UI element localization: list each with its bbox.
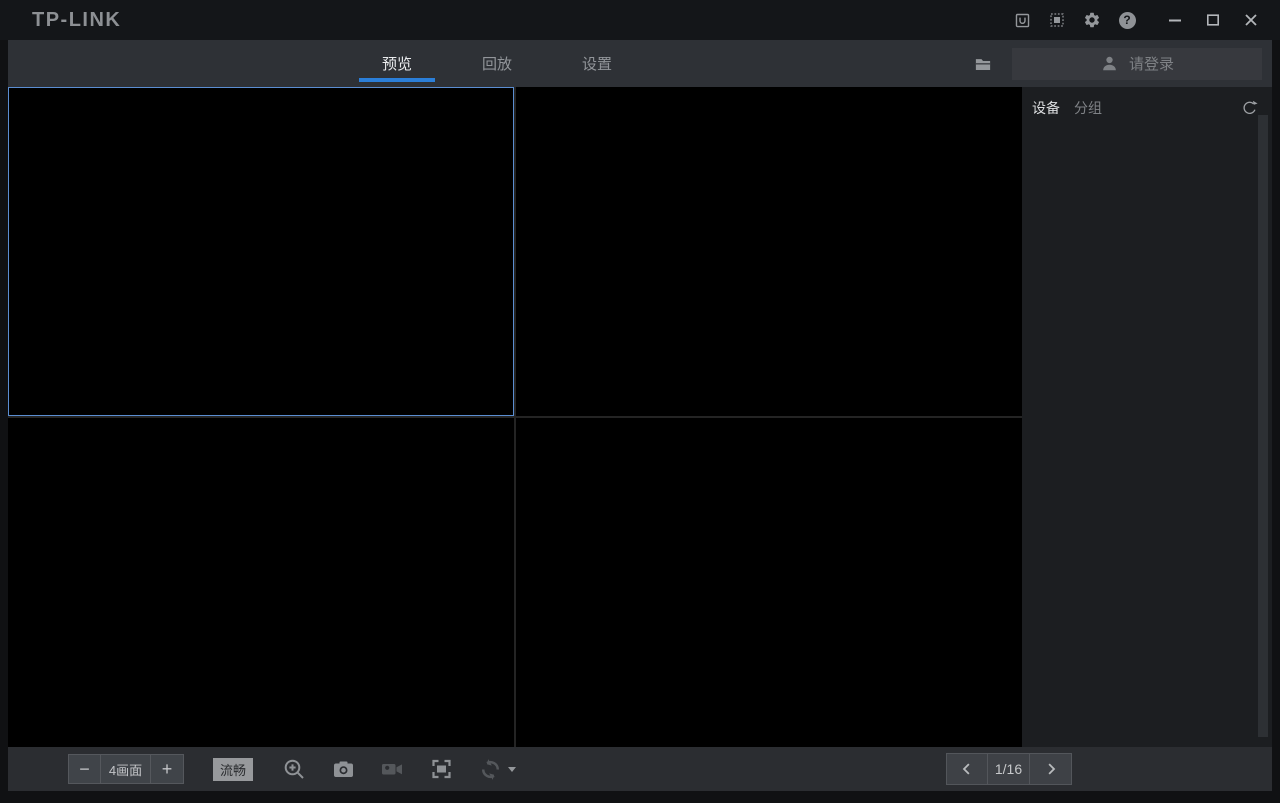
tab-settings-label: 设置 [582, 53, 612, 74]
bottom-toolbar: − 4画面 + 流畅 [8, 747, 1272, 791]
panel-tab-devices-label: 设备 [1032, 100, 1060, 116]
tab-preview[interactable]: 预览 [357, 40, 437, 87]
refresh-icon[interactable] [1240, 99, 1259, 118]
video-pane-4[interactable] [516, 418, 1022, 747]
chip-icon[interactable] [1046, 9, 1068, 31]
help-icon[interactable]: ? [1116, 9, 1138, 31]
next-page-button[interactable] [1030, 753, 1072, 785]
grid-layout-label[interactable]: 4画面 [101, 754, 151, 784]
scrollbar-thumb[interactable] [1258, 115, 1268, 737]
minimize-button[interactable] [1164, 9, 1186, 31]
video-pane-1[interactable] [8, 87, 514, 416]
video-grid [8, 87, 1022, 747]
video-pane-2[interactable] [516, 87, 1022, 416]
fullscreen-icon[interactable] [428, 756, 454, 782]
content-area: 设备 分组 [8, 87, 1272, 747]
device-side-panel: 设备 分组 [1022, 87, 1272, 747]
folder-icon[interactable] [973, 55, 993, 73]
panel-tab-groups-label: 分组 [1074, 100, 1102, 116]
prev-page-button[interactable] [946, 753, 988, 785]
page-indicator: 1/16 [988, 753, 1030, 785]
panel-tab-devices[interactable]: 设备 [1032, 98, 1060, 118]
help-glyph: ? [1119, 12, 1136, 29]
rotate-icon[interactable] [477, 756, 503, 782]
disk-icon[interactable] [1011, 9, 1033, 31]
rotate-control [477, 756, 516, 782]
main-tabs: 预览 回放 设置 [357, 40, 637, 87]
device-list-scrollbar[interactable] [1258, 115, 1268, 737]
titlebar-icons: ? [1011, 9, 1138, 31]
maximize-button[interactable] [1202, 9, 1224, 31]
tplink-logo: TP-LINK [32, 9, 121, 32]
panel-tab-groups[interactable]: 分组 [1074, 98, 1102, 118]
user-icon [1100, 54, 1119, 73]
navbar-right: 请登录 [973, 40, 1262, 87]
titlebar: TP-LINK ? [0, 0, 1280, 40]
record-video-icon[interactable] [379, 756, 405, 782]
gear-icon[interactable] [1081, 9, 1103, 31]
navbar: 预览 回放 设置 请登录 [8, 40, 1272, 87]
zoom-in-icon[interactable] [281, 756, 307, 782]
snapshot-camera-icon[interactable] [330, 756, 356, 782]
increase-grid-button[interactable]: + [151, 754, 184, 784]
rotate-dropdown-caret[interactable] [508, 767, 516, 772]
tab-playback-label: 回放 [482, 53, 512, 74]
page-navigation: 1/16 [946, 753, 1072, 785]
tab-playback[interactable]: 回放 [457, 40, 537, 87]
login-label: 请登录 [1129, 53, 1174, 74]
stream-quality-button[interactable]: 流畅 [213, 758, 253, 781]
tab-preview-label: 预览 [382, 53, 412, 74]
window-controls [1164, 9, 1262, 31]
grid-layout-control: − 4画面 + [68, 754, 184, 784]
decrease-grid-button[interactable]: − [68, 754, 101, 784]
video-pane-3[interactable] [8, 418, 514, 747]
login-button[interactable]: 请登录 [1012, 48, 1262, 80]
close-button[interactable] [1240, 9, 1262, 31]
tab-settings[interactable]: 设置 [557, 40, 637, 87]
side-panel-header: 设备 分组 [1022, 87, 1272, 118]
